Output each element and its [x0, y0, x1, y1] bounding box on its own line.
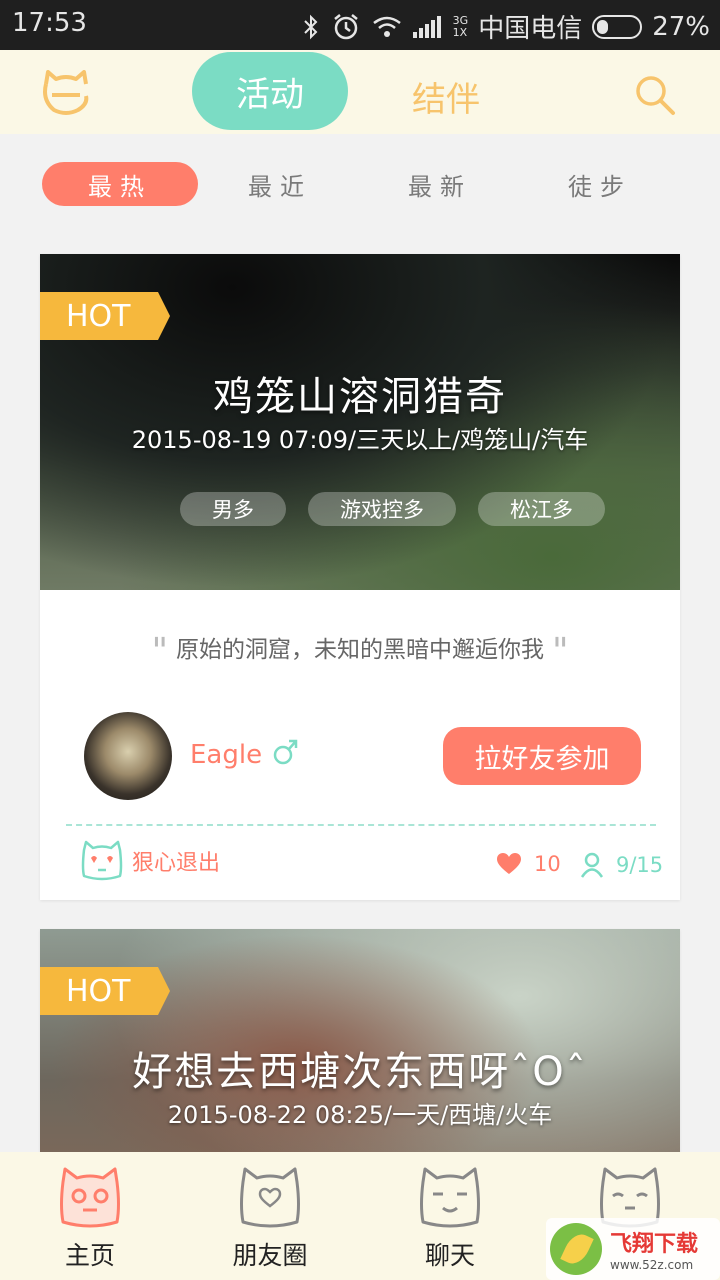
- leaf-logo-icon: [550, 1223, 602, 1275]
- battery-icon: [592, 14, 643, 39]
- card-hero-image[interactable]: HOT 好想去西塘次东西呀ˆOˆ 2015-08-22 08:25/一天/西塘/…: [40, 929, 680, 1159]
- nav-chat-label: 聊天: [424, 1241, 475, 1270]
- activity-tags: 男多 游戏控多 松江多: [180, 492, 605, 526]
- member-counter: 9/15: [580, 852, 663, 878]
- status-bar: 17:53 3G 1X 中国电信 27%: [0, 0, 720, 50]
- nav-home[interactable]: 主页: [30, 1160, 150, 1272]
- tag-item: 松江多: [478, 492, 605, 526]
- activity-card[interactable]: HOT 好想去西塘次东西呀ˆOˆ 2015-08-22 08:25/一天/西塘/…: [40, 929, 680, 1159]
- activity-title: 好想去西塘次东西呀ˆOˆ: [132, 1049, 588, 1095]
- quote-text: 原始的洞窟，未知的黑暗中邂逅你我: [176, 637, 544, 663]
- battery-percent: 27%: [652, 11, 710, 42]
- watermark-main: 飞翔下载: [610, 1232, 699, 1257]
- network-bottom: 1X: [452, 25, 468, 39]
- invite-friends-button[interactable]: 拉好友参加: [443, 727, 641, 785]
- male-icon: [273, 739, 298, 765]
- person-icon: [580, 852, 604, 878]
- filter-recent[interactable]: 最近: [202, 162, 358, 206]
- carrier-name: 中国电信: [478, 14, 583, 44]
- organizer-name[interactable]: Eagle: [190, 740, 262, 770]
- tag-item: 男多: [180, 492, 286, 526]
- watermark-text: 飞翔下载 www.52z.com: [610, 1226, 698, 1272]
- nav-friends[interactable]: 朋友圈: [210, 1160, 330, 1272]
- tag-item: 游戏控多: [308, 492, 456, 526]
- alarm-icon: [333, 13, 358, 39]
- tab-activities-label: 活动: [236, 74, 304, 115]
- activity-quote: " 原始的洞窟，未知的黑暗中邂逅你我 ": [40, 630, 680, 672]
- nav-friends-label: 朋友圈: [232, 1241, 308, 1270]
- battery-fill: [597, 19, 609, 34]
- avatar[interactable]: [84, 712, 172, 800]
- likes-count: 10: [534, 852, 561, 876]
- quote-close-mark: ": [552, 631, 569, 672]
- like-counter[interactable]: 10: [496, 852, 561, 876]
- tab-activities[interactable]: 活动: [192, 52, 348, 130]
- status-right: 3G 1X 中国电信 27%: [301, 8, 710, 45]
- top-header: [0, 50, 720, 134]
- bluetooth-icon: [303, 14, 318, 39]
- quit-label: 狠心退出: [132, 851, 221, 876]
- filter-newest[interactable]: 最新: [362, 162, 518, 206]
- activity-card[interactable]: HOT 鸡笼山溶洞猎奇 2015-08-19 07:09/三天以上/鸡笼山/汽车…: [40, 254, 680, 900]
- members-count: 9/15: [616, 853, 664, 877]
- filter-hiking[interactable]: 徒步: [522, 162, 678, 206]
- cat-love-icon: [81, 840, 123, 881]
- card-hero-image[interactable]: HOT 鸡笼山溶洞猎奇 2015-08-19 07:09/三天以上/鸡笼山/汽车…: [40, 254, 680, 590]
- activity-meta: 2015-08-22 08:25/一天/西塘/火车: [167, 1101, 553, 1129]
- tab-partners[interactable]: 结伴: [412, 72, 480, 121]
- wifi-icon: [372, 16, 401, 37]
- watermark-logo: 飞翔下载 www.52z.com: [546, 1218, 720, 1280]
- watermark-url: www.52z.com: [610, 1258, 694, 1272]
- activity-title: 鸡笼山溶洞猎奇: [213, 374, 507, 420]
- hot-badge: HOT: [40, 292, 170, 340]
- cat-home-icon: [60, 1167, 120, 1228]
- filter-hottest[interactable]: 最热: [42, 162, 198, 206]
- quit-activity-button[interactable]: 狠心退出: [80, 840, 220, 882]
- nav-chat[interactable]: 聊天: [390, 1160, 510, 1272]
- filter-bar: 最热 最近 最新 徒步: [0, 134, 720, 238]
- dashed-divider: [66, 824, 656, 826]
- quote-open-mark: ": [151, 631, 168, 672]
- cat-heart-icon: [240, 1167, 300, 1228]
- activity-meta: 2015-08-19 07:09/三天以上/鸡笼山/汽车: [131, 426, 589, 454]
- network-top: 3G: [452, 13, 469, 27]
- cat-logo-icon[interactable]: [40, 70, 92, 116]
- search-icon[interactable]: [634, 74, 676, 116]
- network-type: 3G 1X: [452, 13, 469, 39]
- cat-chat-icon: [420, 1167, 480, 1228]
- nav-home-label: 主页: [64, 1241, 115, 1270]
- heart-icon: [497, 853, 521, 874]
- status-time: 17:53: [12, 8, 87, 38]
- hot-badge: HOT: [40, 967, 170, 1015]
- signal-icon: [412, 15, 441, 38]
